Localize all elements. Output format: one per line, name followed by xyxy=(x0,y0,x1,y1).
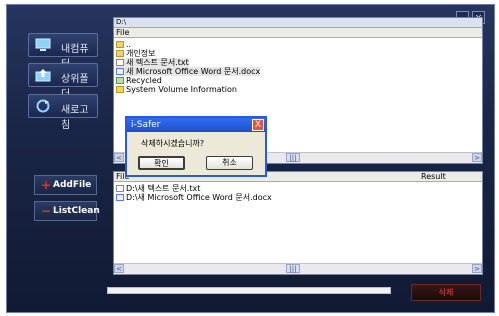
scroll-right-button[interactable]: > xyxy=(472,153,482,162)
refresh-icon xyxy=(36,99,50,113)
scroll-left-button[interactable]: < xyxy=(114,264,124,273)
minus-icon: − xyxy=(41,204,52,218)
table-row[interactable]: D:\새 Microsoft Office Word 문서.docx xyxy=(116,193,272,202)
item-name: Recycled xyxy=(126,76,162,85)
item-name: .. xyxy=(126,40,132,49)
path-bar[interactable]: D:\ xyxy=(114,18,482,28)
dialog-message: 삭제하시겠습니까? xyxy=(141,139,205,148)
list-item[interactable]: .. xyxy=(116,40,131,49)
folder-icon xyxy=(116,41,124,48)
delete-button[interactable]: 삭제 xyxy=(411,284,481,301)
scroll-left-button[interactable]: < xyxy=(114,153,124,162)
add-file-label: AddFile xyxy=(53,180,92,190)
horizontal-scrollbar[interactable]: < ||| > xyxy=(114,263,482,274)
cancel-button[interactable]: 취소 xyxy=(206,156,253,170)
folder-up-icon xyxy=(35,69,51,82)
file-column-header[interactable]: File xyxy=(114,28,482,38)
item-name: System Volume Information xyxy=(126,85,237,94)
confirm-dialog: i-Safer X 삭제하시겠습니까? 확인 취소 xyxy=(125,116,267,177)
refresh-label: 새로고침 xyxy=(61,105,89,131)
word-file-icon xyxy=(116,68,124,75)
text-file-icon xyxy=(116,59,124,66)
list-item[interactable]: 새 Microsoft Office Word 문서.docx xyxy=(116,67,261,76)
parent-folder-button[interactable]: 상위폴더 xyxy=(28,63,98,100)
item-name: 개인정보 xyxy=(126,49,156,58)
item-name: D:\새 텍스트 문서.txt xyxy=(126,184,201,193)
list-item[interactable]: System Volume Information xyxy=(116,85,237,94)
item-name: 새 텍스트 문서.txt xyxy=(126,58,189,67)
list-item[interactable]: 개인정보 xyxy=(116,49,155,58)
item-name: D:\새 Microsoft Office Word 문서.docx xyxy=(126,193,272,202)
scroll-thumb[interactable]: ||| xyxy=(286,264,300,273)
list-item[interactable]: 새 텍스트 문서.txt xyxy=(116,58,189,67)
add-file-button[interactable]: + AddFile xyxy=(34,175,97,195)
folder-icon xyxy=(116,50,124,57)
recycle-icon xyxy=(116,77,124,84)
dialog-close-button[interactable]: X xyxy=(252,119,264,131)
list-clean-label: ListClean xyxy=(53,206,100,216)
delete-queue[interactable]: File Result D:\새 텍스트 문서.txt D:\새 Microso… xyxy=(113,171,483,275)
scroll-thumb[interactable]: ||| xyxy=(286,153,300,162)
plus-icon: + xyxy=(41,178,52,192)
item-name: 새 Microsoft Office Word 문서.docx xyxy=(126,67,261,76)
ok-button[interactable]: 확인 xyxy=(138,156,185,170)
my-computer-button[interactable]: 내컴퓨터 xyxy=(28,33,98,70)
monitor-icon xyxy=(35,38,51,51)
result-column-header[interactable]: Result xyxy=(419,172,482,182)
table-row[interactable]: D:\새 텍스트 문서.txt xyxy=(116,184,200,193)
scroll-right-button[interactable]: > xyxy=(472,264,482,273)
list-clean-button[interactable]: − ListClean xyxy=(34,201,100,221)
list-item[interactable]: Recycled xyxy=(116,76,162,85)
dialog-title: i-Safer xyxy=(127,118,265,132)
refresh-button[interactable]: 새로고침 xyxy=(28,94,98,131)
progress-bar xyxy=(107,287,391,294)
folder-icon xyxy=(116,86,124,93)
word-file-icon xyxy=(116,194,124,201)
text-file-icon xyxy=(116,185,124,192)
